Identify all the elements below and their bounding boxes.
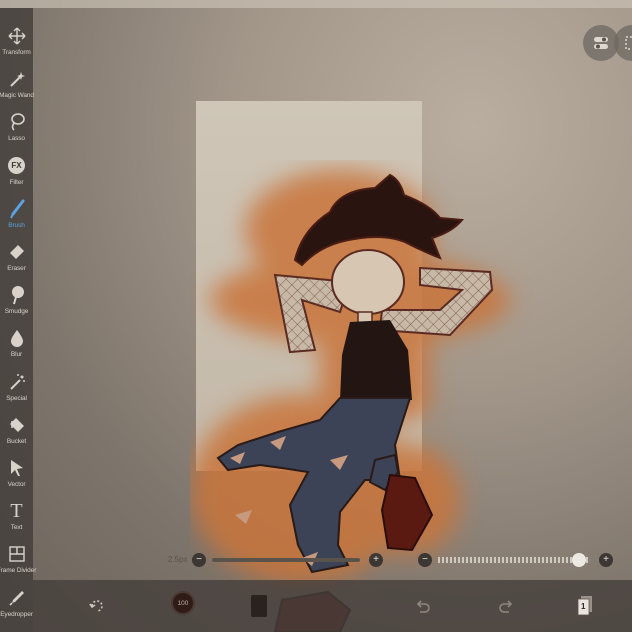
tool-blur[interactable]: Blur: [0, 324, 33, 364]
tool-label: Blur: [10, 351, 23, 359]
tool-label: Frame Divider: [0, 567, 37, 575]
tool-label: Brush: [8, 221, 25, 229]
move-arrows-icon: [6, 25, 28, 47]
brush-opacity-slider[interactable]: [438, 557, 590, 563]
tool-label: Filter: [9, 178, 24, 186]
tool-label: Eraser: [7, 265, 26, 272]
layers-button[interactable]: 1: [571, 592, 599, 620]
tool-filter[interactable]: FX Filter: [0, 152, 33, 192]
tool-vector[interactable]: Vector: [0, 454, 33, 494]
brush-opacity-knob[interactable]: [572, 553, 587, 567]
layer-count: 1: [581, 602, 586, 611]
tool-text[interactable]: T Text: [0, 497, 33, 537]
bottom-toolbar: 100 1: [33, 580, 632, 632]
brush-preset-button[interactable]: [245, 592, 273, 620]
undo-button[interactable]: [409, 592, 437, 620]
eraser-icon: [6, 241, 28, 263]
tool-brush[interactable]: Brush: [0, 195, 33, 235]
tool-label: Special: [6, 394, 27, 402]
fx-icon: FX: [6, 155, 28, 177]
head: [331, 249, 405, 315]
tool-label: Magic Wand: [0, 92, 34, 100]
tool-lasso[interactable]: Lasso: [0, 108, 33, 148]
redo-arrow-icon: [499, 600, 513, 613]
redo-button[interactable]: [492, 592, 520, 620]
dashed-square-icon: [625, 36, 632, 50]
tool-label: Transform: [2, 49, 31, 56]
tool-label: Smudge: [4, 308, 29, 316]
rotate-canvas-button[interactable]: [83, 592, 111, 620]
toggle-switches-icon: [594, 37, 608, 49]
tool-label: Vector: [7, 481, 26, 488]
brush-icon: [6, 198, 28, 220]
rotate-dashed-icon: [89, 600, 103, 612]
tool-eraser[interactable]: Eraser: [0, 238, 33, 278]
tool-label: Text: [10, 524, 23, 532]
opacity-increase-button[interactable]: +: [599, 553, 613, 567]
droplet-icon: [6, 327, 28, 349]
frame-divider-icon: [6, 543, 28, 565]
tool-label: Lasso: [8, 135, 25, 143]
tool-magic-wand[interactable]: Magic Wand: [0, 65, 34, 105]
tool-smudge[interactable]: Smudge: [0, 281, 33, 321]
sparkle-wand-icon: [6, 371, 28, 393]
lasso-icon: [6, 111, 28, 133]
color-picker-button[interactable]: 100: [171, 591, 195, 615]
magic-wand-icon: [6, 68, 28, 90]
brush-size-decrease-button[interactable]: −: [192, 553, 206, 567]
status-bar-strip: [0, 0, 632, 8]
tool-bucket[interactable]: Bucket: [0, 411, 33, 451]
undo-arrow-icon: [416, 600, 430, 613]
tool-label: Bucket: [6, 437, 27, 445]
brush-size-label: 2.5px: [168, 555, 188, 564]
opacity-decrease-button[interactable]: −: [418, 553, 432, 567]
text-t-icon: T: [10, 500, 23, 523]
brush-size-increase-button[interactable]: +: [369, 553, 383, 567]
tool-label: Eyedropper: [0, 610, 33, 618]
tool-frame-divider[interactable]: Frame Divider: [0, 540, 37, 580]
eyedropper-icon: [6, 587, 28, 609]
brush-swatch-icon: [251, 595, 267, 617]
left-toolbar: Transform Magic Wand Lasso FX Filter Brush Era…: [0, 8, 37, 632]
tool-transform[interactable]: Transform: [0, 22, 33, 62]
cursor-arrow-icon: [6, 457, 28, 479]
tool-special[interactable]: Special: [0, 368, 33, 408]
brush-settings-row: 2.5px − + − +: [160, 546, 632, 576]
tool-eyedropper[interactable]: Eyedropper: [0, 584, 33, 624]
bucket-icon: [6, 414, 28, 436]
brush-size-slider[interactable]: [212, 558, 360, 562]
smudge-icon: [6, 284, 28, 306]
